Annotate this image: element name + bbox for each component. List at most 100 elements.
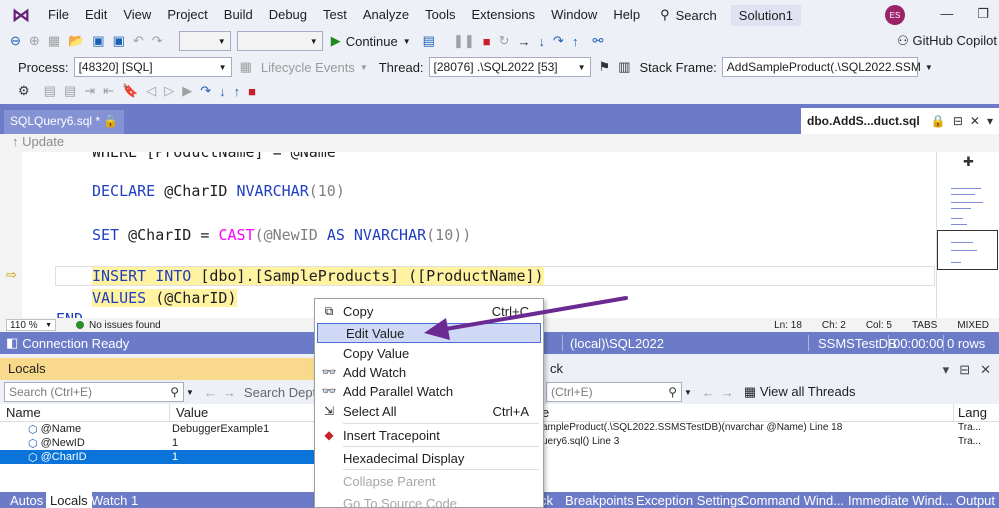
search-next-icon[interactable]: → [223, 385, 236, 400]
flag-icon[interactable]: ⚑ [599, 59, 611, 75]
tab-sqlquery6[interactable]: SQLQuery6.sql * 🔒 [4, 110, 125, 134]
filter-icon[interactable]: ▥ [618, 59, 630, 75]
restart-icon[interactable]: ↻ [499, 33, 510, 49]
column-header-language[interactable]: Lang [954, 404, 991, 421]
menu-item-add-watch[interactable]: 👓 Add Watch [315, 362, 543, 382]
tabs-indicator[interactable]: TABS [912, 320, 937, 331]
pin-icon[interactable]: ⊟ [959, 362, 970, 378]
view-all-threads-button[interactable]: ▦ View all Threads [744, 384, 856, 400]
tab-breakpoints[interactable]: Breakpoints [561, 492, 638, 508]
search-next-icon[interactable]: → [721, 385, 734, 400]
comment-icon[interactable]: ▤ [44, 83, 56, 99]
next-bookmark-icon[interactable]: ▷ [164, 83, 174, 99]
window-icon[interactable]: ▤ [423, 33, 435, 49]
menu-tools[interactable]: Tools [417, 0, 463, 30]
stack-frame-dropdown[interactable]: AddSampleProduct(.\SQL2022.SSM ▼ [721, 57, 933, 77]
tab-exception-settings[interactable]: Exception Settings [632, 492, 748, 508]
forward-icon[interactable]: ⊕ [29, 33, 40, 49]
menu-help[interactable]: Help [605, 0, 648, 30]
step-into-icon[interactable]: ↓ [539, 34, 546, 49]
minimize-icon[interactable]: — [940, 6, 953, 22]
update-button[interactable]: Update [22, 134, 64, 149]
tab-add-sample-product[interactable]: dbo.AddS...duct.sql 🔒 ⊟ ✕ ▾ [801, 108, 999, 134]
menu-item-insert-tracepoint[interactable]: ◆ Insert Tracepoint [315, 425, 543, 445]
process-dropdown[interactable]: [48320] [SQL] ▼ [73, 57, 232, 77]
column-header-value[interactable]: Value [170, 404, 214, 421]
menu-debug[interactable]: Debug [261, 0, 315, 30]
editor-minimap[interactable]: ✚ [936, 152, 999, 318]
restore-icon[interactable]: ❐ [977, 6, 989, 22]
stack-frame-row[interactable]: uery6.sql() Line 3 Tra... [542, 436, 999, 450]
search-prev-icon[interactable]: ← [702, 385, 715, 400]
minimap-viewport[interactable] [937, 230, 998, 270]
thread-dropdown[interactable]: [28076] .\SQL2022 [53] ▼ [428, 57, 591, 77]
menu-window[interactable]: Window [543, 0, 605, 30]
stack-search-input[interactable]: (Ctrl+E) ⚲ [546, 382, 682, 402]
zoom-dropdown[interactable]: 110 % ▼ [6, 319, 56, 331]
platform-dropdown[interactable]: ▼ [236, 31, 323, 51]
menu-item-edit-value[interactable]: Edit Value [317, 323, 541, 343]
step-into-icon-2[interactable]: ↓ [219, 84, 226, 99]
show-next-statement-icon[interactable]: → [518, 34, 531, 49]
menu-project[interactable]: Project [159, 0, 215, 30]
outdent-icon[interactable]: ⇤ [103, 83, 114, 99]
back-icon[interactable]: ⊖ [10, 33, 21, 49]
menu-test[interactable]: Test [315, 0, 355, 30]
config-dropdown[interactable]: ▼ [178, 31, 231, 51]
redo-icon[interactable]: ↷ [152, 33, 163, 49]
new-project-icon[interactable]: ▦ [48, 33, 60, 49]
tab-immediate-window[interactable]: Immediate Wind... [844, 492, 957, 508]
menu-file[interactable]: File [40, 0, 77, 30]
debug-icon[interactable]: ⚙ [18, 83, 30, 99]
menu-item-add-parallel-watch[interactable]: 👓 Add Parallel Watch [315, 381, 543, 401]
step-out-icon[interactable]: ↑ [572, 34, 579, 49]
github-copilot-button[interactable]: ⚇ GitHub Copilot [897, 33, 997, 49]
prev-bookmark-icon[interactable]: ◁ [146, 83, 156, 99]
line-ending-indicator[interactable]: MIXED [957, 320, 989, 331]
chevron-down-icon[interactable]: ▼ [684, 388, 692, 397]
menu-item-go-to-source[interactable]: Go To Source Code [315, 493, 543, 508]
lifecycle-events-label[interactable]: Lifecycle Events [261, 60, 355, 75]
close-icon[interactable]: ✕ [980, 362, 991, 378]
menu-view[interactable]: View [115, 0, 159, 30]
bookmark-icon[interactable]: 🔖 [122, 83, 138, 99]
menu-edit[interactable]: Edit [77, 0, 115, 30]
stop-debug-icon[interactable]: ■ [248, 84, 256, 99]
tab-watch-1[interactable]: Watch 1 [87, 492, 142, 508]
tab-output[interactable]: Output [952, 492, 999, 508]
avatar[interactable]: ES [885, 5, 905, 25]
undo-icon[interactable]: ↶ [133, 33, 144, 49]
editor-gutter[interactable] [0, 152, 22, 318]
pause-icon[interactable]: ❚❚ [453, 33, 475, 49]
step-out-icon-2[interactable]: ↑ [234, 84, 241, 99]
menu-analyze[interactable]: Analyze [355, 0, 417, 30]
chevron-down-icon[interactable]: ▾ [943, 362, 950, 378]
diagnostic-icon[interactable]: ⚯ [592, 33, 603, 49]
open-file-icon[interactable]: 📂 [68, 33, 84, 49]
chevron-down-icon[interactable]: ▾ [987, 114, 993, 128]
column-header-name[interactable]: e [542, 404, 954, 421]
chevron-down-icon[interactable]: ▼ [186, 388, 194, 397]
stop-icon[interactable]: ■ [483, 34, 491, 49]
column-header-name[interactable]: Name [0, 404, 170, 421]
run-icon[interactable]: ▶ [182, 83, 192, 99]
save-all-icon[interactable]: ▣ [113, 33, 125, 49]
menu-item-collapse-parent[interactable]: Collapse Parent [315, 471, 543, 491]
code-editor[interactable]: ⇨ WHERE [ProductName] = @Name DECLARE @C… [0, 152, 936, 318]
search-prev-icon[interactable]: ← [204, 385, 217, 400]
menu-item-select-all[interactable]: ⇲ Select All Ctrl+A [315, 401, 543, 421]
menu-item-hexadecimal-display[interactable]: Hexadecimal Display [315, 448, 543, 468]
tab-command-window[interactable]: Command Wind... [736, 492, 848, 508]
tab-locals[interactable]: Locals [46, 492, 92, 508]
split-editor-icon[interactable]: ✚ [963, 154, 974, 170]
menu-item-copy-value[interactable]: Copy Value [315, 343, 543, 363]
step-over-icon[interactable]: ↷ [553, 33, 564, 49]
uncomment-icon[interactable]: ▤ [64, 83, 76, 99]
indent-icon[interactable]: ⇥ [84, 83, 95, 99]
menu-build[interactable]: Build [216, 0, 261, 30]
issues-indicator[interactable]: No issues found [76, 320, 161, 331]
menu-extensions[interactable]: Extensions [463, 0, 543, 30]
menu-item-copy[interactable]: ⧉ Copy Ctrl+C [315, 301, 543, 321]
tab-autos[interactable]: Autos [6, 492, 47, 508]
step-over-icon-2[interactable]: ↷ [200, 83, 211, 99]
